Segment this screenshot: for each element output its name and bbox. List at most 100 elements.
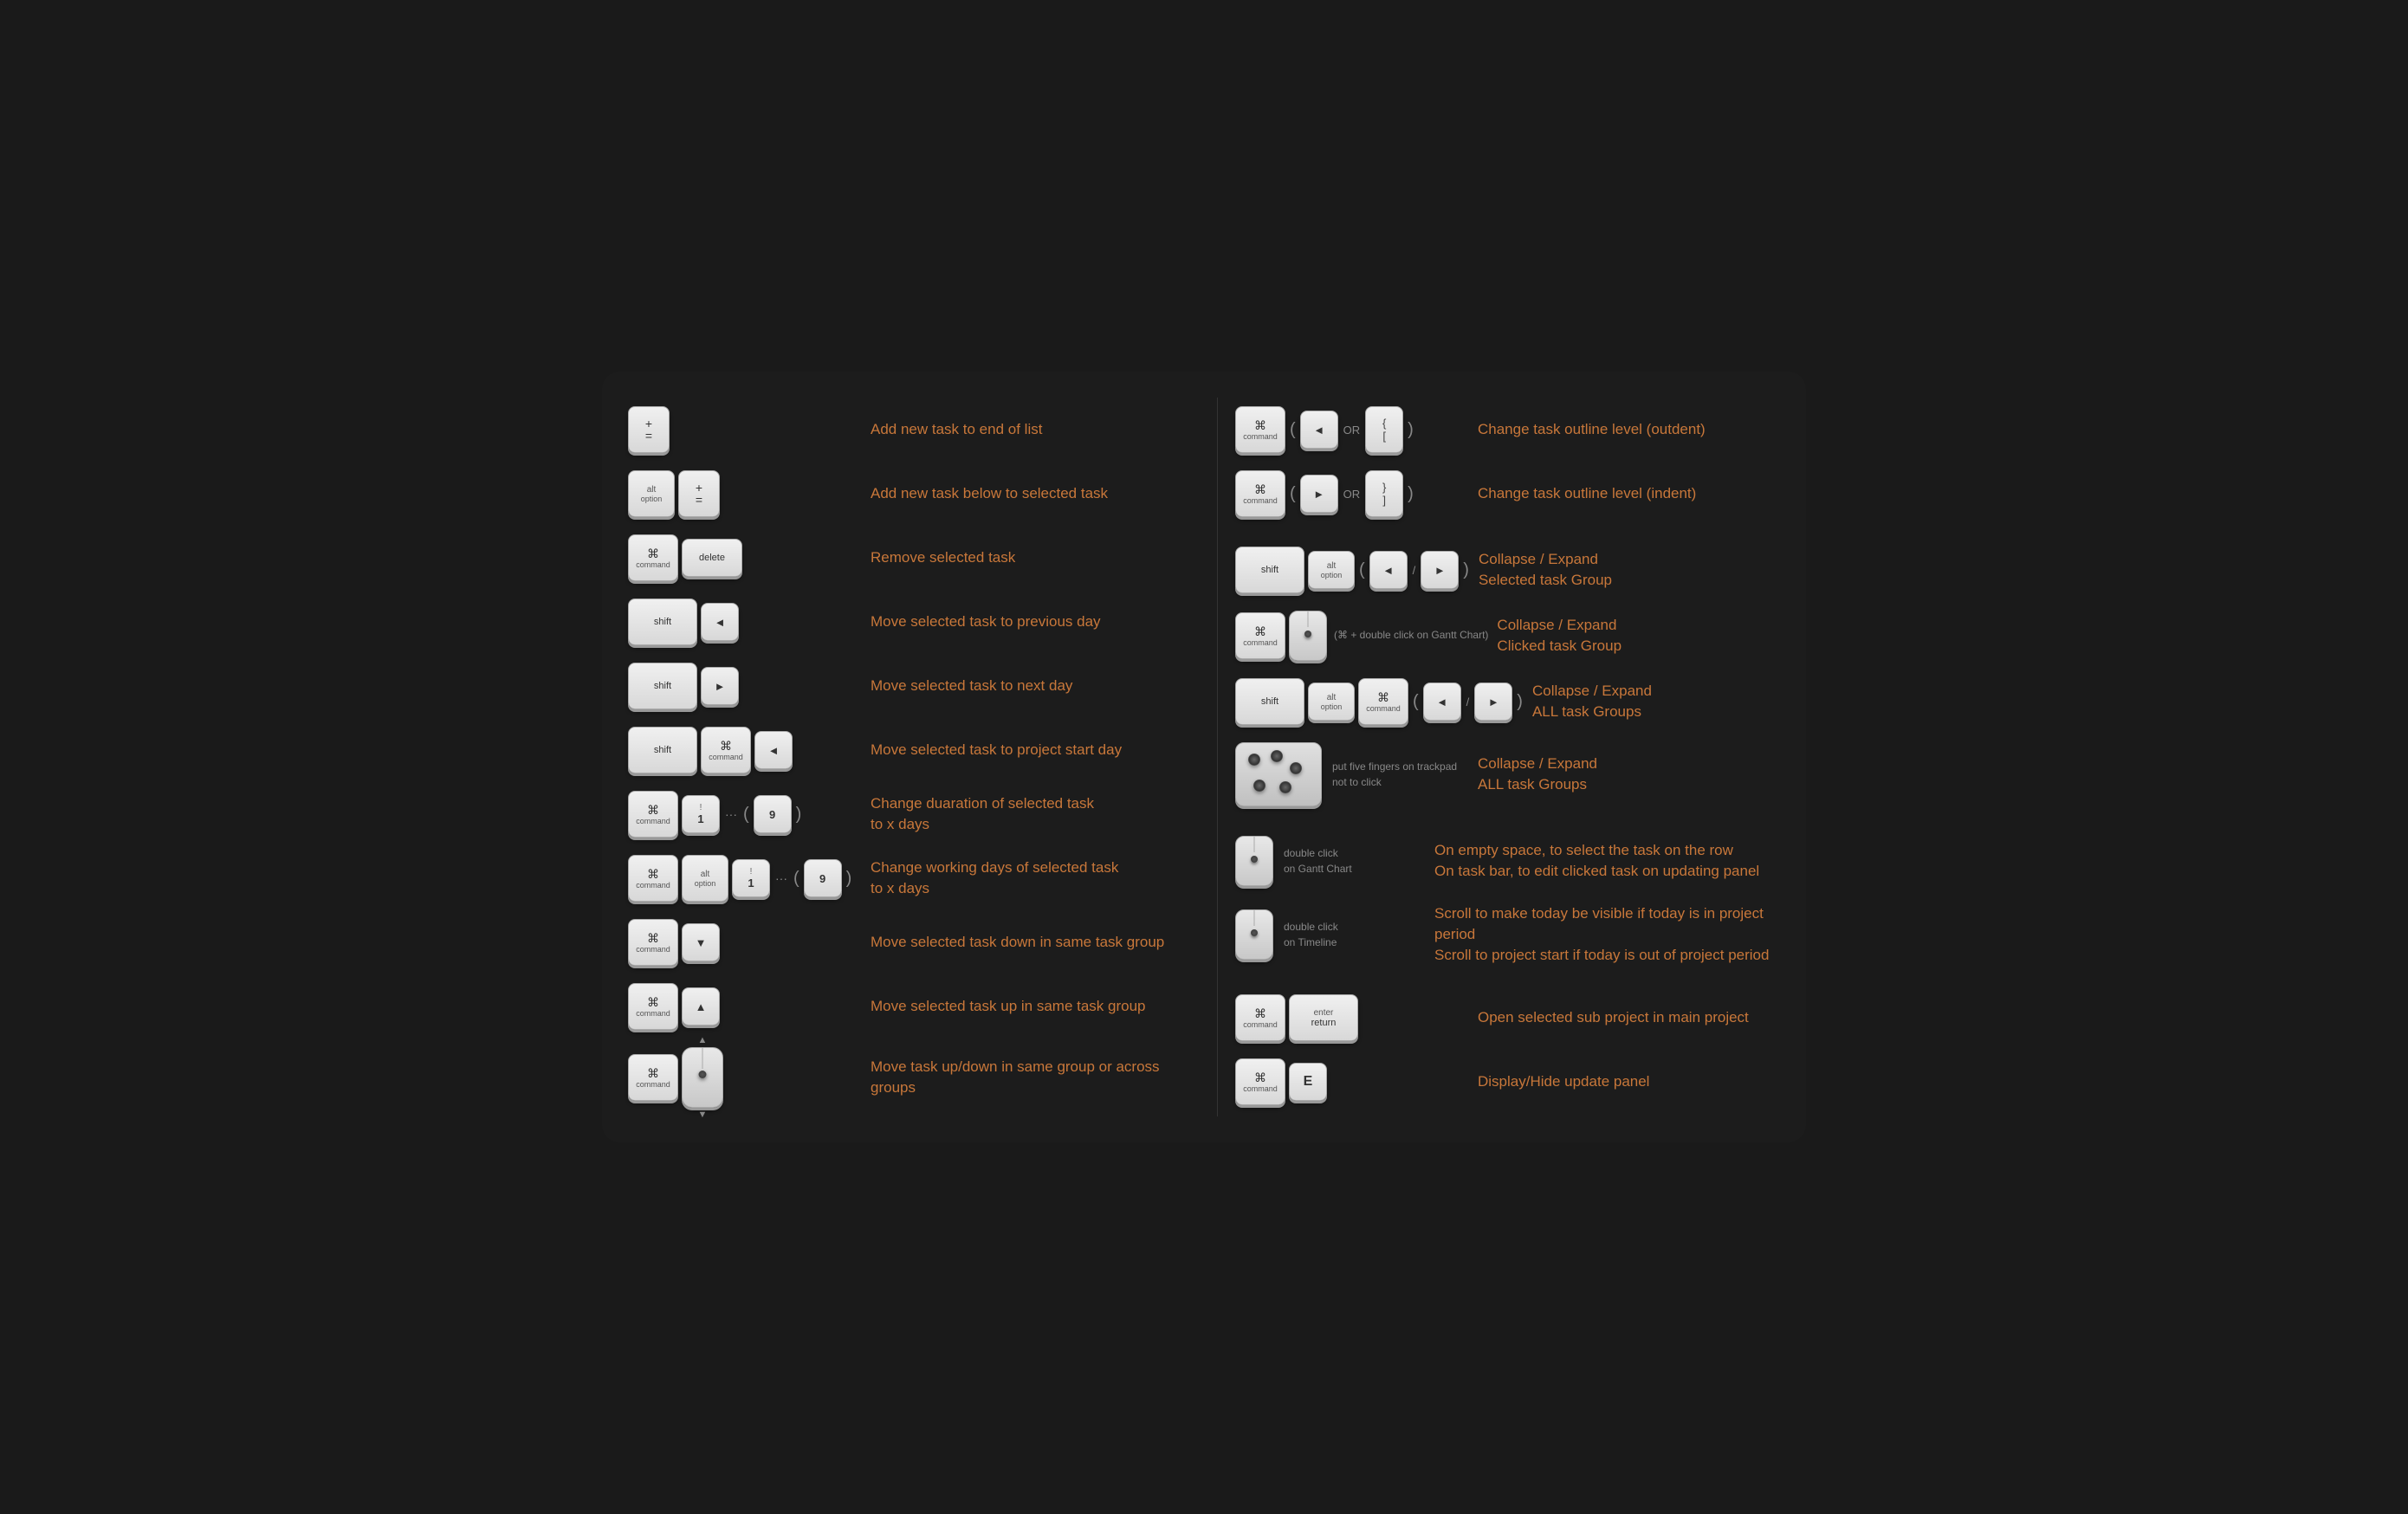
shortcut-project-start: shift ⌘ command ◄ Move selected task to …: [628, 718, 1191, 782]
key-1: ! 1: [682, 795, 720, 833]
cmd-label-r5: command: [1366, 704, 1401, 713]
mouse-drag: ▲ ▼: [682, 1047, 723, 1108]
finger-3: [1290, 762, 1302, 774]
keys-collapse-selected: shift alt option ( ◄ / ► ): [1235, 547, 1470, 593]
key-arrow-left-r3: ◄: [1369, 551, 1408, 589]
scroll-dot: [699, 1071, 707, 1078]
shift-label-3: shift: [654, 745, 671, 755]
paren-open-r3: (: [1358, 560, 1366, 580]
cmd-symbol-r9: ⌘: [1254, 1071, 1266, 1084]
keys-dblclick-timeline: double clickon Timeline: [1235, 909, 1426, 960]
desc-outdent: Change task outline level (outdent): [1469, 419, 1780, 440]
key-arrow-left-1: ◄: [701, 603, 739, 641]
shortcut-dblclick-timeline: double clickon Timeline Scroll to make t…: [1235, 895, 1780, 974]
keys-open-sub: ⌘ command enter return: [1235, 994, 1469, 1041]
shift-label-r1: shift: [1261, 565, 1278, 575]
desc-prev-day: Move selected task to previous day: [862, 611, 1191, 632]
cmd-label-r2: command: [1243, 496, 1278, 505]
shift-label-1: shift: [654, 617, 671, 627]
mouse-body-dg: [1235, 836, 1273, 886]
alt-bottom-r2: option: [1321, 702, 1343, 711]
keys-add-end: + =: [628, 406, 862, 453]
desc-duration: Change duaration of selected task to x d…: [862, 793, 1191, 835]
keys-project-start: shift ⌘ command ◄: [628, 727, 862, 773]
open-paren-2: (: [793, 869, 800, 889]
arrow-right-1: ►: [715, 680, 726, 693]
cmd-symbol-5: ⌘: [647, 932, 659, 944]
key-9: 9: [754, 795, 792, 833]
close-paren-2: ): [845, 869, 853, 889]
key-1b: ! 1: [732, 859, 770, 897]
key-arrow-right-r3: ►: [1421, 551, 1459, 589]
shortcut-collapse-selected: shift alt option ( ◄ / ► ) Collapse / Ex…: [1235, 538, 1780, 602]
brace-open-sym: {: [1382, 417, 1386, 430]
desc-working-days: Change working days of selected task to …: [862, 857, 1191, 899]
keys-next-day: shift ►: [628, 663, 862, 709]
bracket-close-sym: ]: [1382, 494, 1386, 507]
cmd-symbol-r2: ⌘: [1254, 483, 1266, 495]
paren-open-r2: (: [1289, 484, 1297, 504]
arrow-left-r1: ◄: [1313, 424, 1324, 437]
desc-move-down: Move selected task down in same task gro…: [862, 932, 1191, 953]
mouse-dot-dg: [1251, 856, 1258, 863]
key-arrow-right-r5: ►: [1474, 683, 1512, 721]
key-e: E: [1289, 1063, 1327, 1101]
shortcut-prev-day: shift ◄ Move selected task to previous d…: [628, 590, 1191, 654]
cmd-symbol-r8: ⌘: [1254, 1007, 1266, 1019]
arrow-down: ▼: [696, 936, 707, 949]
e-label: E: [1304, 1074, 1313, 1090]
key-plus-eq: + =: [628, 406, 670, 453]
shortcut-toggle-panel: ⌘ command E Display/Hide update panel: [1235, 1050, 1780, 1114]
key-alt-r1: alt option: [1308, 551, 1355, 589]
key-enter: enter return: [1289, 994, 1358, 1041]
mouse-div-r4: [1308, 611, 1309, 627]
key-cmd-1: ⌘ command: [628, 534, 678, 581]
keys-five-fingers: put five fingers on trackpadnot to click: [1235, 742, 1469, 806]
num1-label: 1: [697, 812, 703, 825]
keys-move-up: ⌘ command ▲: [628, 983, 862, 1030]
paren-close-r2: ): [1407, 484, 1414, 504]
cmd-label-3: command: [636, 817, 670, 825]
paren-close-r1: ): [1407, 420, 1414, 440]
desc-remove: Remove selected task: [862, 547, 1191, 568]
key-brace-open: { [: [1365, 406, 1403, 453]
num9-label-2: 9: [819, 872, 825, 885]
key-down: ▼: [682, 923, 720, 961]
key-arrow-left-r1: ◄: [1300, 411, 1338, 449]
finger-5: [1279, 781, 1291, 793]
cmd-symbol-3: ⌘: [647, 804, 659, 816]
desc-collapse-clicked: Collapse / Expand Clicked task Group: [1488, 615, 1780, 657]
key-brace-close: } ]: [1365, 470, 1403, 517]
key-cmd-r9: ⌘ command: [1235, 1058, 1285, 1105]
cmd-symbol-r5: ⌘: [1377, 691, 1389, 703]
alt-top-2: alt: [701, 870, 710, 879]
arrow-left-r3: ◄: [1382, 564, 1394, 577]
key-cmd-r5: ⌘ command: [1358, 678, 1408, 725]
keys-dblclick-gantt: double clickon Gantt Chart: [1235, 836, 1426, 886]
desc-add-below: Add new task below to selected task: [862, 483, 1191, 504]
keys-duration: ⌘ command ! 1 ··· ( 9 ): [628, 791, 862, 838]
mouse-body-dt: [1235, 909, 1273, 960]
key-cmd-r4: ⌘ command: [1235, 612, 1285, 659]
cmd-label-2: command: [709, 753, 743, 761]
desc-project-start: Move selected task to project start day: [862, 740, 1191, 760]
key-arrow-left-2: ◄: [754, 731, 793, 769]
keys-drag: ⌘ command ▲ ▼: [628, 1047, 862, 1108]
key-arrow-right-r2: ►: [1300, 475, 1338, 513]
enter-top: enter: [1314, 1008, 1334, 1018]
cmd-symbol-4: ⌘: [647, 868, 659, 880]
key-cmd-3: ⌘ command: [628, 791, 678, 838]
shortcut-add-below: alt option + = Add new task below to sel…: [628, 462, 1191, 526]
keys-collapse-clicked: ⌘ command (⌘ + double click on Gantt Cha…: [1235, 611, 1488, 661]
arrow-right-r2: ►: [1313, 488, 1324, 501]
arrow-right-r5: ►: [1488, 696, 1499, 708]
key-9b: 9: [804, 859, 842, 897]
paren-close-r3: ): [1462, 560, 1470, 580]
desc-toggle-panel: Display/Hide update panel: [1469, 1071, 1780, 1092]
desc-add-end: Add new task to end of list: [862, 419, 1191, 440]
alt-top-r1: alt: [1327, 561, 1337, 571]
shortcut-move-down: ⌘ command ▼ Move selected task down in s…: [628, 910, 1191, 974]
shortcut-collapse-clicked: ⌘ command (⌘ + double click on Gantt Cha…: [1235, 602, 1780, 670]
finger-2: [1271, 750, 1283, 762]
dblclick-gantt-text: double clickon Gantt Chart: [1277, 845, 1352, 877]
